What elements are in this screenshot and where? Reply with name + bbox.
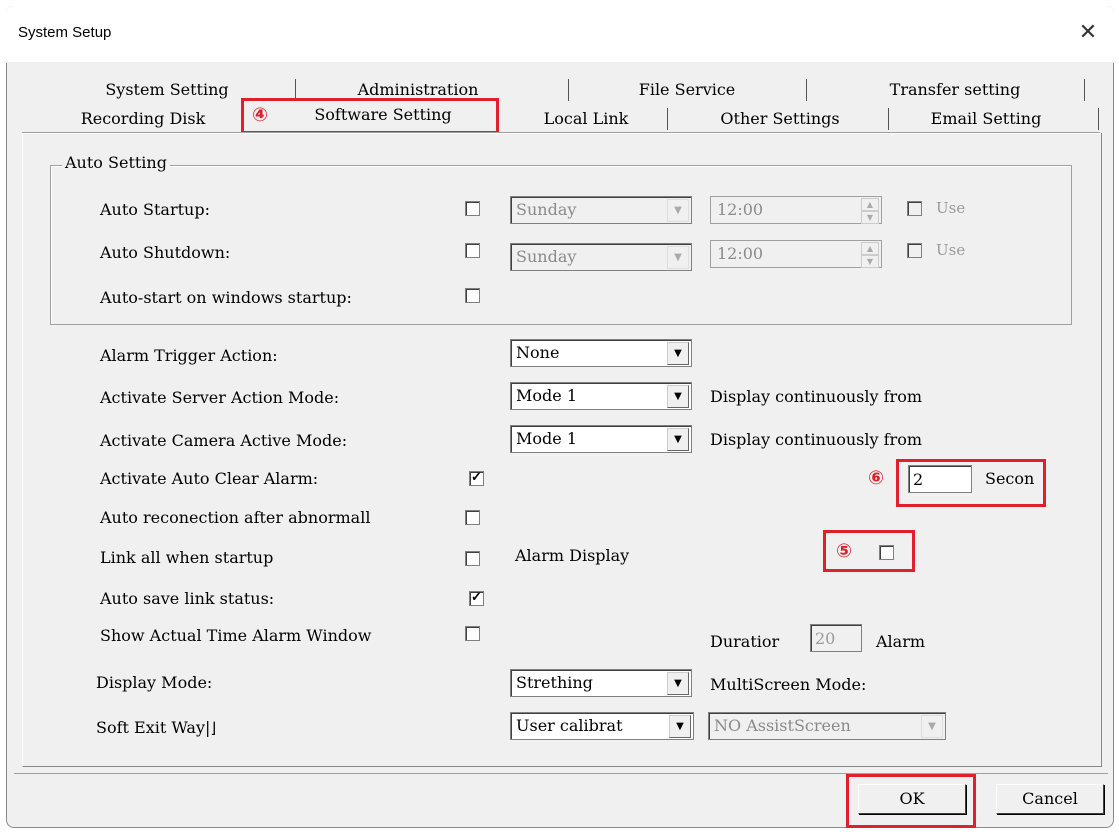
auto-start-windows-checkbox[interactable] — [465, 288, 480, 303]
auto-startup-time-spinner[interactable]: 12:00 ▲ ▼ — [710, 196, 882, 224]
server-action-mode-note: Display continuously from — [710, 387, 922, 406]
chevron-down-icon: ▼ — [667, 246, 689, 269]
auto-shutdown-time-value: 12:00 — [717, 244, 764, 263]
spin-down-icon: ▼ — [861, 211, 879, 224]
tab-divider — [1098, 108, 1099, 130]
soft-exit-select[interactable]: User calibrat ▼ — [510, 712, 694, 740]
checkmark-icon: ✓ — [471, 590, 482, 605]
soft-exit-bracket-icon: ⌋ — [210, 719, 217, 737]
auto-startup-label: Auto Startup: — [100, 200, 210, 219]
chevron-down-icon: ▼ — [667, 672, 689, 695]
tab-divider — [568, 79, 569, 101]
duration-label: Duratior — [710, 632, 780, 651]
server-action-mode-label: Activate Server Action Mode: — [100, 388, 340, 407]
auto-shutdown-checkbox[interactable] — [465, 243, 480, 258]
auto-startup-use-checkbox[interactable] — [907, 201, 922, 216]
tab-system-setting[interactable]: System Setting — [82, 77, 252, 103]
server-action-mode-value: Mode 1 — [516, 386, 577, 405]
auto-startup-day-value: Sunday — [516, 200, 577, 219]
auto-shutdown-time-spinner[interactable]: 12:00 ▲ ▼ — [710, 240, 882, 268]
auto-startup-day-select[interactable]: Sunday ▼ — [510, 196, 692, 224]
camera-active-mode-note: Display continuously from — [710, 430, 922, 449]
annotation-marker-5: ⑤ — [836, 540, 853, 562]
auto-clear-alarm-checkbox[interactable]: ✓ — [469, 471, 484, 486]
tab-divider — [806, 79, 807, 101]
auto-save-link-label: Auto save link status: — [100, 589, 275, 608]
duration-input[interactable]: 20 — [810, 624, 862, 652]
chevron-down-icon: ▼ — [667, 342, 689, 365]
camera-active-mode-select[interactable]: Mode 1 ▼ — [510, 425, 692, 453]
camera-active-mode-value: Mode 1 — [516, 429, 577, 448]
spin-down-icon: ▼ — [861, 255, 879, 268]
auto-startup-use-label: Use — [936, 199, 966, 217]
annotation-marker-6: ⑥ — [868, 467, 885, 489]
auto-reconnect-checkbox[interactable] — [465, 510, 480, 525]
chevron-down-icon: ▼ — [667, 199, 689, 222]
soft-exit-value: User calibrat — [516, 716, 623, 735]
window-title: System Setup — [18, 24, 112, 41]
auto-shutdown-use-checkbox[interactable] — [907, 243, 922, 258]
auto-setting-group-label: Auto Setting — [62, 153, 170, 172]
chevron-down-icon: ▼ — [921, 715, 943, 738]
tab-recording-disk[interactable]: Recording Disk — [48, 106, 238, 132]
auto-shutdown-use-label: Use — [936, 241, 966, 259]
checkmark-icon: ✓ — [471, 470, 482, 485]
chevron-down-icon: ▼ — [669, 715, 691, 738]
close-button[interactable]: ✕ — [1068, 14, 1108, 50]
soft-exit-label: Soft Exit Way|⌋ — [96, 718, 216, 737]
link-all-startup-checkbox[interactable] — [465, 551, 480, 566]
duration-suffix: Alarm — [876, 632, 926, 651]
highlight-box-seconds — [896, 459, 1046, 507]
show-alarm-window-checkbox[interactable] — [465, 626, 480, 641]
highlight-box-software-setting — [241, 98, 499, 134]
cancel-button[interactable]: Cancel — [996, 784, 1104, 814]
tab-divider — [667, 108, 668, 130]
auto-save-link-checkbox[interactable]: ✓ — [469, 591, 484, 606]
chevron-down-icon: ▼ — [667, 428, 689, 451]
title-bar: System Setup ✕ — [6, 6, 1114, 63]
multiscreen-select[interactable]: NO AssistScreen ▼ — [708, 712, 946, 740]
tab-file-service[interactable]: File Service — [612, 77, 762, 103]
display-mode-label: Display Mode: — [96, 673, 213, 692]
alarm-trigger-label: Alarm Trigger Action: — [100, 346, 278, 365]
tab-local-link[interactable]: Local Link — [516, 106, 656, 132]
auto-reconnect-label: Auto reconection after abnormall — [100, 508, 371, 527]
spin-up-icon: ▲ — [861, 198, 879, 211]
auto-startup-time-value: 12:00 — [717, 200, 764, 219]
alarm-trigger-select[interactable]: None ▼ — [510, 339, 692, 367]
multiscreen-mode-label: MultiScreen Mode: — [710, 675, 867, 694]
server-action-mode-select[interactable]: Mode 1 ▼ — [510, 382, 692, 410]
highlight-box-ok — [846, 774, 976, 828]
annotation-marker-4: ④ — [252, 104, 269, 126]
tab-divider — [888, 108, 889, 130]
tab-other-settings[interactable]: Other Settings — [690, 106, 870, 132]
tab-transfer-setting[interactable]: Transfer setting — [850, 77, 1060, 103]
display-mode-value: Strething — [516, 673, 593, 692]
tab-email-setting[interactable]: Email Setting — [896, 106, 1076, 132]
auto-shutdown-label: Auto Shutdown: — [100, 243, 231, 262]
alarm-trigger-value: None — [516, 343, 560, 362]
auto-clear-alarm-label: Activate Auto Clear Alarm: — [100, 469, 319, 488]
chevron-down-icon: ▼ — [667, 385, 689, 408]
auto-startup-checkbox[interactable] — [465, 201, 480, 216]
auto-start-windows-label: Auto-start on windows startup: — [100, 288, 352, 307]
auto-shutdown-day-value: Sunday — [516, 247, 577, 266]
tab-divider — [1084, 79, 1085, 101]
close-icon: ✕ — [1078, 19, 1098, 44]
spin-up-icon: ▲ — [861, 242, 879, 255]
alarm-display-label: Alarm Display — [515, 546, 630, 565]
show-alarm-window-label: Show Actual Time Alarm Window — [100, 626, 372, 645]
link-all-startup-label: Link all when startup — [100, 548, 274, 567]
camera-active-mode-label: Activate Camera Active Mode: — [100, 431, 348, 450]
soft-exit-label-text: Soft Exit Way — [96, 718, 205, 737]
display-mode-select[interactable]: Strething ▼ — [510, 669, 692, 697]
auto-shutdown-day-select[interactable]: Sunday ▼ — [510, 243, 692, 271]
multiscreen-value: NO AssistScreen — [714, 716, 851, 735]
